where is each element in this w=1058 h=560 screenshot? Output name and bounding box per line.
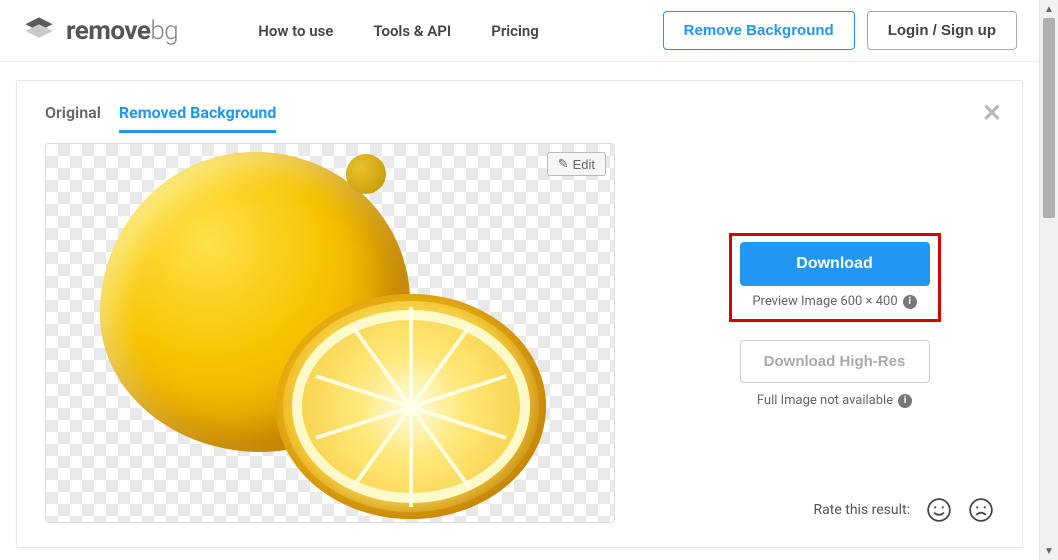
- lemon-cut-half: [276, 294, 546, 519]
- logo-text-strong: remove: [66, 16, 150, 46]
- download-button[interactable]: Download: [740, 242, 930, 286]
- info-icon[interactable]: i: [898, 394, 912, 408]
- nav-pricing[interactable]: Pricing: [491, 22, 539, 40]
- pencil-icon: ✎: [558, 156, 569, 172]
- navbar: removebg How to use Tools & API Pricing …: [0, 0, 1039, 62]
- tab-removed-background[interactable]: Removed Background: [119, 103, 277, 133]
- nav-how-to-use[interactable]: How to use: [258, 22, 333, 40]
- login-signup-button[interactable]: Login / Sign up: [867, 11, 1017, 50]
- result-image-panel: ✎ Edit: [45, 143, 615, 523]
- close-icon[interactable]: ✕: [982, 99, 1002, 127]
- tabs: Original Removed Background: [45, 103, 994, 133]
- browser-scrollbar[interactable]: ▲ ▼: [1040, 0, 1058, 560]
- preview-dimensions: Preview Image 600 × 400 i: [752, 294, 916, 309]
- nav-right: Remove Background Login / Sign up: [663, 11, 1017, 50]
- rate-label: Rate this result:: [814, 502, 910, 518]
- lemon-tip: [346, 154, 386, 194]
- rate-row: Rate this result:: [814, 497, 994, 523]
- logo[interactable]: removebg: [22, 14, 178, 48]
- smile-icon[interactable]: [926, 497, 952, 523]
- remove-background-button[interactable]: Remove Background: [663, 11, 855, 50]
- result-card: ✕ Original Removed Background: [16, 80, 1023, 548]
- download-highlight: Download Preview Image 600 × 400 i: [729, 233, 941, 322]
- download-hires-button[interactable]: Download High-Res: [740, 340, 930, 383]
- full-image-na: Full Image not available i: [757, 393, 912, 408]
- download-panel: Download Preview Image 600 × 400 i Downl…: [675, 143, 994, 523]
- scrollbar-thumb[interactable]: [1043, 18, 1055, 218]
- edit-button[interactable]: ✎ Edit: [547, 152, 606, 176]
- logo-icon: [22, 14, 56, 48]
- frown-icon[interactable]: [968, 497, 994, 523]
- tab-original[interactable]: Original: [45, 103, 101, 133]
- edit-label: Edit: [573, 157, 595, 172]
- logo-text-light: bg: [150, 16, 178, 46]
- scroll-up-icon[interactable]: ▲: [1040, 0, 1058, 18]
- scroll-down-icon[interactable]: ▼: [1040, 542, 1058, 560]
- nav-center: How to use Tools & API Pricing: [258, 22, 539, 40]
- info-icon[interactable]: i: [903, 295, 917, 309]
- nav-tools-api[interactable]: Tools & API: [373, 22, 451, 40]
